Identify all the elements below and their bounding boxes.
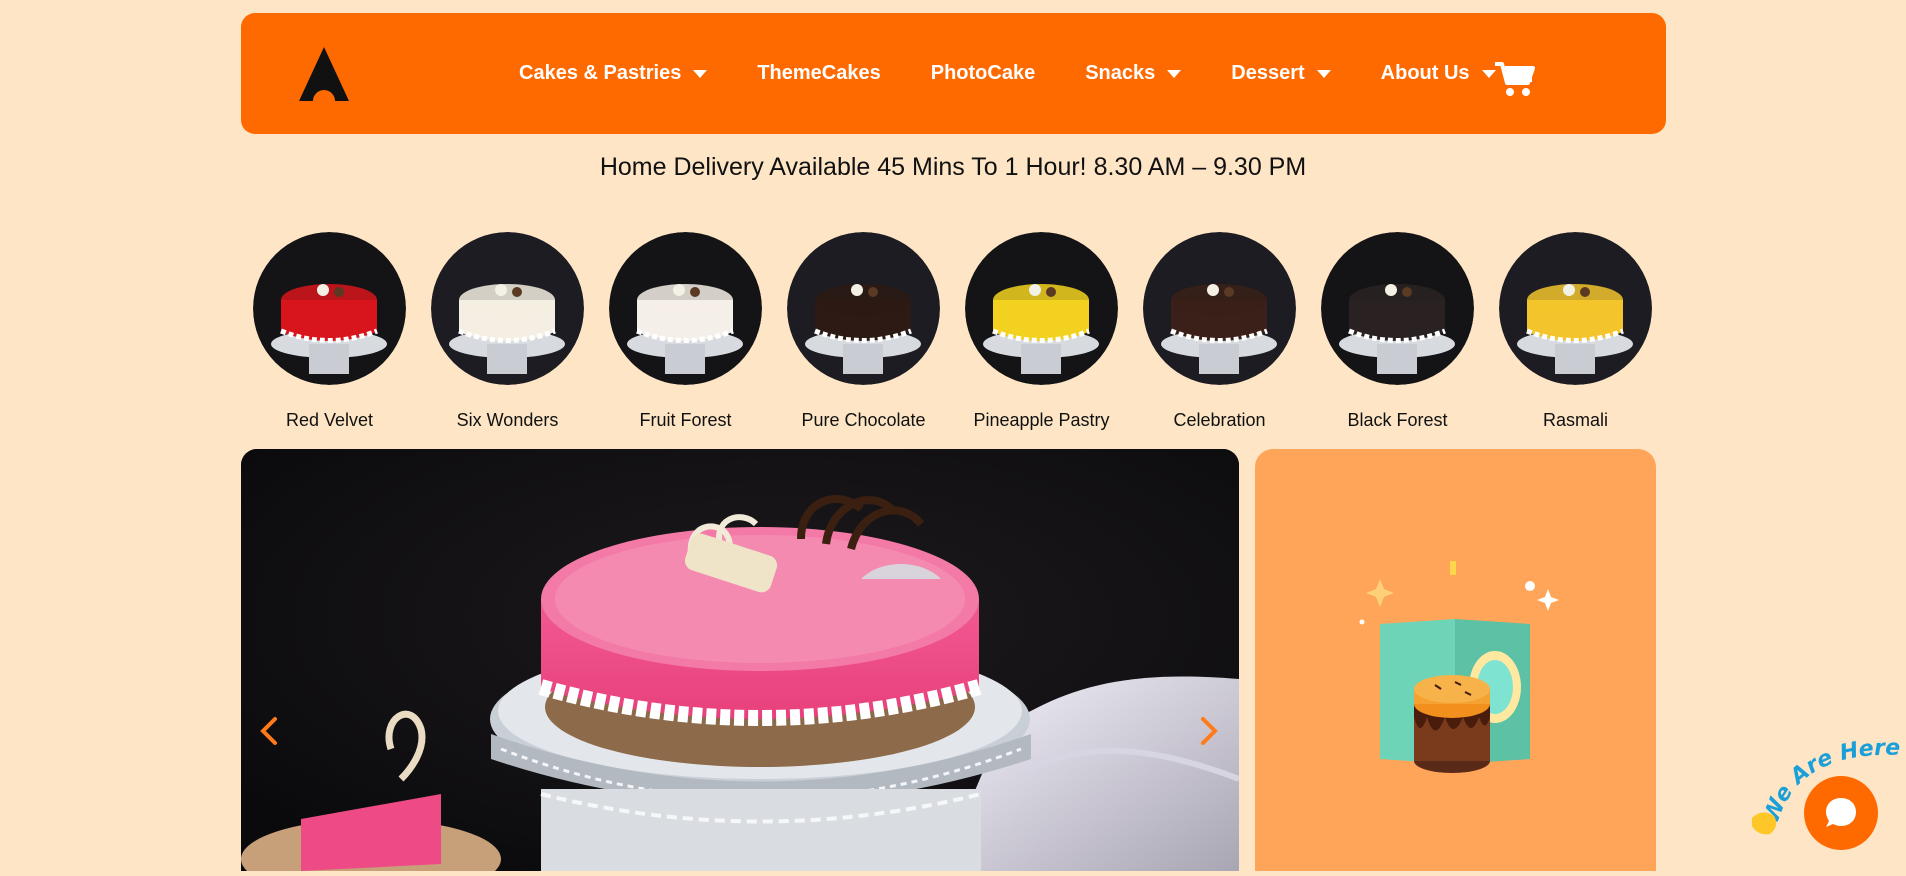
category-item[interactable]: Rasmali <box>1499 232 1652 431</box>
nav-item-label: Dessert <box>1231 62 1305 84</box>
category-item[interactable]: Six Wonders <box>431 232 584 431</box>
nav-item-themecakes[interactable]: ThemeCakes <box>757 62 880 85</box>
category-item[interactable]: Pure Chocolate <box>787 232 940 431</box>
nav-item-snacks[interactable]: Snacks <box>1085 62 1182 85</box>
category-thumbnail <box>1143 232 1296 385</box>
brand-logo[interactable] <box>299 47 349 101</box>
caret-down-icon <box>693 69 708 78</box>
category-label: Rasmali <box>1542 410 1608 430</box>
category-item[interactable]: Red Velvet <box>253 232 406 431</box>
category-item[interactable]: Fruit Forest <box>609 232 762 431</box>
category-label: Celebration <box>1173 410 1266 430</box>
nav-item-label: Snacks <box>1085 62 1156 84</box>
main-nav: Cakes & Pastries ThemeCakes PhotoCake Snack… <box>519 13 1546 134</box>
category-carousel: Red Velvet Six Wonders Fruit Forest Pure Ch… <box>253 232 1677 431</box>
category-label: Six Wonders <box>456 410 559 430</box>
category-item[interactable]: Black Forest <box>1321 232 1474 431</box>
nav-item-label: About Us <box>1380 62 1470 84</box>
category-item[interactable]: Celebration <box>1143 232 1296 431</box>
category-thumbnail <box>431 232 584 385</box>
category-thumbnail <box>253 232 406 385</box>
nav-item-photocake[interactable]: PhotoCake <box>931 62 1035 85</box>
delivery-banner: Home Delivery Available 45 Mins To 1 Hou… <box>599 153 1307 181</box>
nav-item-label: ThemeCakes <box>757 62 881 84</box>
category-label: Pineapple Pastry <box>973 410 1110 430</box>
category-thumbnail <box>609 232 762 385</box>
nav-item-cakes-pastries[interactable]: Cakes & Pastries <box>519 62 708 85</box>
category-thumbnail <box>787 232 940 385</box>
hero-slider[interactable] <box>241 449 1239 871</box>
category-thumbnail <box>1499 232 1652 385</box>
cart-icon[interactable] <box>1495 61 1535 97</box>
category-thumbnail <box>1321 232 1474 385</box>
nav-item-label: PhotoCake <box>930 62 1036 84</box>
nav-item-dessert[interactable]: Dessert <box>1231 62 1331 85</box>
nav-item-about-us[interactable]: About Us <box>1381 62 1496 85</box>
nav-item-label: Cakes & Pastries <box>519 62 682 84</box>
category-label: Red Velvet <box>285 410 374 430</box>
category-thumbnail <box>965 232 1118 385</box>
chat-launcher-button[interactable] <box>1804 776 1878 850</box>
site-header: Cakes & Pastries ThemeCakes PhotoCake Snack… <box>241 13 1666 134</box>
category-label: Fruit Forest <box>639 410 732 430</box>
chat-bubble-icon <box>1826 798 1856 827</box>
category-label: Pure Chocolate <box>801 410 926 430</box>
promo-card[interactable] <box>1255 449 1656 871</box>
birthday-card-illustration <box>1359 561 1559 773</box>
chevron-left-icon[interactable] <box>255 711 283 751</box>
caret-down-icon <box>1167 69 1182 78</box>
category-item[interactable]: Pineapple Pastry <box>965 232 1118 431</box>
caret-down-icon <box>1316 69 1331 78</box>
caret-down-icon <box>1481 69 1496 78</box>
hero-cake-image <box>241 449 1239 871</box>
chevron-right-icon[interactable] <box>1195 711 1223 751</box>
category-label: Black Forest <box>1347 410 1448 430</box>
